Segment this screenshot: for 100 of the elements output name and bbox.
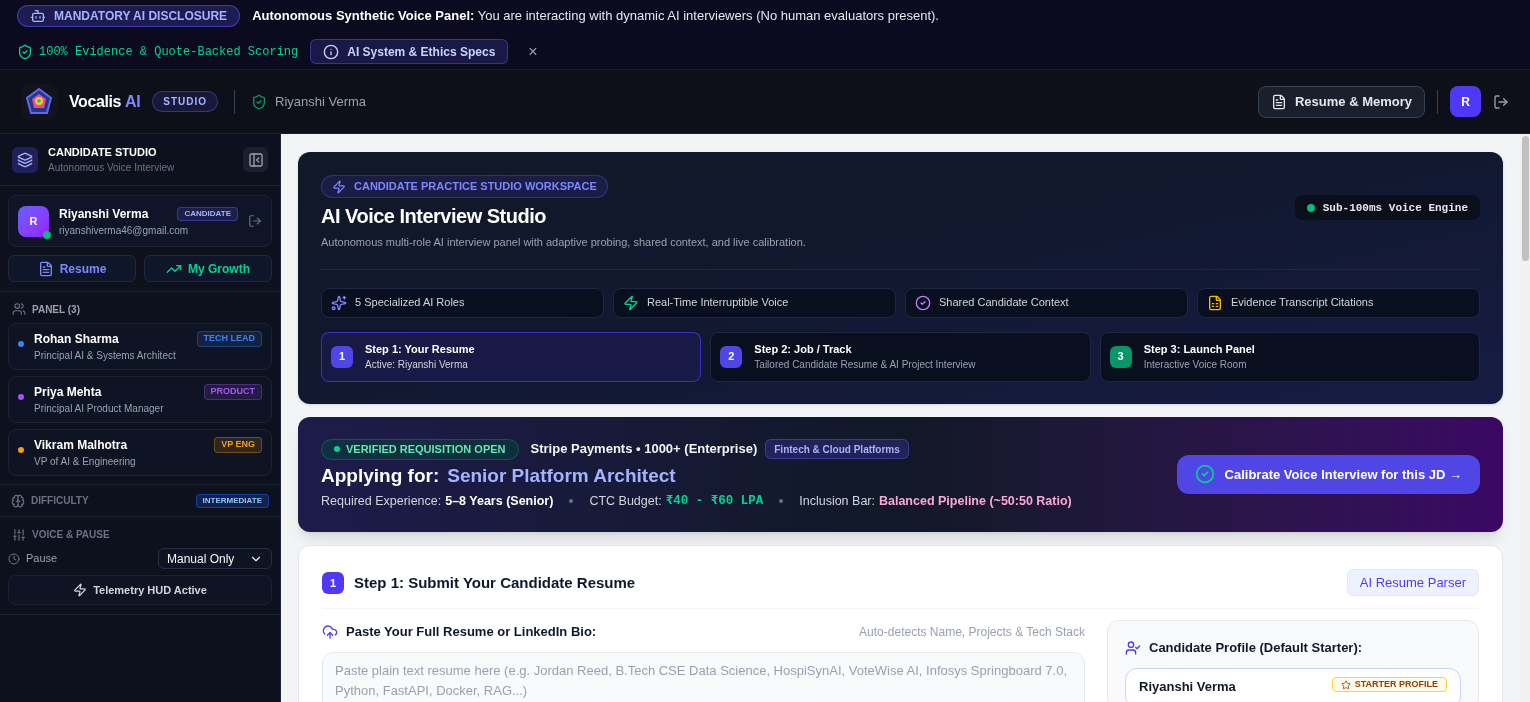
- step-heading: Step 1: Submit Your Candidate Resume: [354, 572, 637, 593]
- lightning-icon: [73, 583, 88, 597]
- voice-label: VOICE & PAUSE: [32, 528, 110, 542]
- calibrate-button[interactable]: Calibrate Voice Interview for this JD →: [1176, 454, 1480, 494]
- panel-member-card[interactable]: Rohan Sharma Principal AI & Systems Architect TECH LEAD: [8, 323, 272, 370]
- starter-badge: STARTER PROFILE: [1331, 676, 1447, 693]
- workspace-badge: CANDIDATE PRACTICE STUDIO WORKSPACE: [321, 175, 608, 198]
- document-icon: [1207, 294, 1223, 311]
- company-info: Stripe Payments • 1000+ (Enterprise): [530, 440, 758, 459]
- document-icon: [37, 260, 54, 277]
- step-tab[interactable]: 2 Step 2: Job / Track Tailored Candidate Resume & AI Project Interview: [710, 331, 1091, 382]
- collapse-sidebar-button[interactable]: [243, 147, 268, 172]
- user-check-icon: [1125, 640, 1141, 656]
- scrollbar[interactable]: [1520, 134, 1530, 702]
- step-tab[interactable]: 3 Step 3: Launch Panel Interactive Voice Room: [1099, 331, 1480, 382]
- pause-select[interactable]: Manual Only: [158, 548, 272, 569]
- edition-badge: STUDIO: [152, 91, 219, 112]
- brain-icon: [11, 493, 25, 508]
- step-title: Step 2: Job / Track: [754, 341, 853, 357]
- difficulty-badge: INTERMEDIATE: [195, 493, 269, 508]
- sidebar-subtitle: Autonomous Voice Interview: [48, 161, 176, 176]
- member-name: Rohan Sharma: [34, 331, 120, 348]
- logo-icon: [21, 83, 57, 120]
- profile-name: Riyanshi Verma: [59, 205, 149, 223]
- step-number: 3: [1109, 345, 1132, 368]
- profile-avatar: R: [18, 205, 49, 237]
- resume-input-field[interactable]: Paste plain text resume here (e.g. Jordan Reed, B.Tech CSE Data Science, HospiSynAI, VoteWise AI, Infosys Springboard 7.0, Python, FastAPI, Docker, RAG...): [322, 651, 1085, 702]
- member-tag: VP ENG: [214, 437, 262, 453]
- difficulty-label: DIFFICULTY: [31, 494, 90, 508]
- feature-label: 5 Specialized AI Roles: [355, 295, 465, 311]
- job-role: Senior Platform Architect: [447, 463, 676, 488]
- scoring-note: 100% Evidence & Quote-Backed Scoring: [39, 43, 299, 61]
- resume-memory-button[interactable]: Resume & Memory: [1257, 85, 1425, 118]
- lightning-icon: [623, 294, 639, 311]
- panel-label: PANEL (3): [32, 302, 80, 317]
- step-number: 1: [331, 345, 353, 368]
- star-icon: [1340, 679, 1351, 690]
- sector-tag: Fintech & Cloud Platforms: [765, 439, 909, 459]
- cloud-upload-icon: [322, 624, 338, 640]
- fact-label: Required Experience:: [321, 492, 442, 510]
- sidebar-toggle-icon: [247, 151, 264, 168]
- fact-label: CTC Budget:: [589, 492, 662, 510]
- step-detail: Interactive Voice Room: [1143, 358, 1248, 373]
- member-title: Principal AI Product Manager: [34, 402, 165, 416]
- clock-icon: [8, 552, 20, 565]
- lightning-icon: [332, 179, 346, 194]
- user-avatar[interactable]: R: [1450, 86, 1481, 117]
- paste-label: Paste Your Full Resume or LinkedIn Bio:: [346, 623, 598, 642]
- parser-badge: AI Resume Parser: [1346, 569, 1479, 597]
- step-number: 1: [322, 571, 344, 594]
- telemetry-button[interactable]: Telemetry HUD Active: [8, 575, 272, 605]
- step-detail: Active: Riyanshi Verma: [365, 358, 469, 373]
- engine-badge: Sub-100ms Voice Engine: [1294, 195, 1480, 221]
- brand-name: Vocalis: [69, 91, 122, 112]
- member-tag: TECH LEAD: [196, 331, 262, 347]
- resume-button[interactable]: Resume: [8, 255, 136, 282]
- current-user: Riyanshi Verma: [275, 92, 367, 111]
- document-icon: [1270, 93, 1287, 110]
- feature-label: Real-Time Interruptible Voice: [647, 295, 789, 311]
- logout-icon[interactable]: [1493, 93, 1509, 110]
- member-name: Priya Mehta: [34, 384, 103, 401]
- detect-hint: Auto-detects Name, Projects & Tech Stack: [859, 624, 1085, 641]
- panel-member-card[interactable]: Vikram Malhotra VP of AI & Engineering VP ENG: [8, 429, 272, 476]
- layers-icon: [12, 146, 38, 173]
- specs-button[interactable]: AI System & Ethics Specs: [310, 39, 509, 64]
- step-number: 2: [720, 345, 743, 368]
- shield-check-icon: [17, 43, 33, 60]
- sliders-icon: [12, 527, 26, 542]
- feature-label: Shared Candidate Context: [939, 295, 1069, 311]
- requisition-status: VERIFIED REQUISITION OPEN: [321, 438, 519, 460]
- step-detail: Tailored Candidate Resume & AI Project Interview: [754, 358, 976, 373]
- member-title: Principal AI & Systems Architect: [34, 349, 177, 363]
- robot-icon: [30, 8, 46, 24]
- sidebar-title: CANDIDATE STUDIO: [48, 144, 158, 160]
- fact-label: Inclusion Bar:: [799, 492, 875, 510]
- check-circle-icon: [1194, 464, 1215, 485]
- panel-member-card[interactable]: Priya Mehta Principal AI Product Manager PRODUCT: [8, 376, 272, 423]
- member-name: Vikram Malhotra: [34, 437, 129, 454]
- member-tag: PRODUCT: [203, 384, 262, 400]
- check-circle-icon: [915, 294, 931, 311]
- brand-suffix: AI: [125, 91, 141, 112]
- people-icon: [12, 302, 26, 316]
- hero-subtitle: Autonomous multi-role AI interview panel with adaptive probing, shared context, and live calibration.: [321, 235, 806, 250]
- step-title: Step 1: Your Resume: [365, 341, 475, 357]
- step-title: Step 3: Launch Panel: [1143, 341, 1255, 357]
- close-button[interactable]: ×: [520, 39, 546, 64]
- disclosure-badge: MANDATORY AI DISCLOSURE: [17, 5, 241, 27]
- member-title: VP of AI & Engineering: [34, 455, 137, 469]
- step-tab[interactable]: 1 Step 1: Your Resume Active: Riyanshi Verma: [321, 331, 702, 382]
- fact-value: ₹40 - ₹60 LPA: [665, 492, 764, 510]
- logout-icon[interactable]: [248, 214, 262, 228]
- disclosure-message: Autonomous Synthetic Voice Panel: You are interacting with dynamic AI interviewers (No human evaluators present).: [252, 7, 939, 26]
- hero-title: AI Voice Interview Studio: [321, 204, 547, 229]
- growth-button[interactable]: My Growth: [144, 255, 272, 282]
- pause-label: Pause: [26, 551, 59, 567]
- profile-summary-name: Riyanshi Verma: [1139, 677, 1236, 696]
- profile-panel-title: Candidate Profile (Default Starter):: [1149, 639, 1363, 658]
- fact-value: Balanced Pipeline (~50:50 Ratio): [878, 492, 1072, 510]
- applying-label: Applying for:: [321, 463, 440, 488]
- sparkles-icon: [331, 294, 347, 311]
